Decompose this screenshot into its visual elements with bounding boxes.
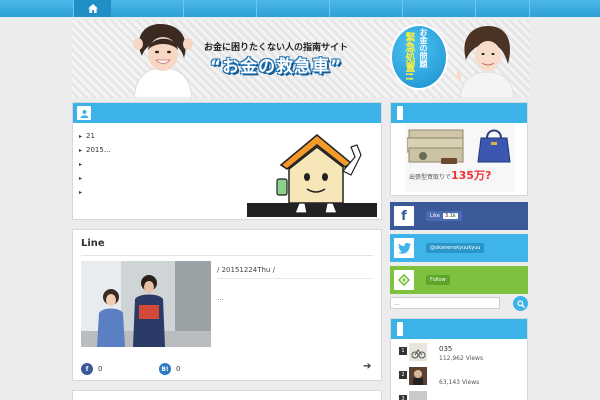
ranking-item[interactable]: 1 035 112,962 Views — [399, 343, 523, 363]
ad-widget: 出張型買取りで 135万? — [390, 102, 528, 196]
ad-banner[interactable]: 出張型買取りで 135万? — [405, 124, 515, 192]
search-icon — [516, 299, 525, 308]
nav-slot — [184, 0, 257, 17]
banner-badge-small-text: お金の問題 — [419, 28, 428, 68]
ranking-item[interactable]: 3 — [399, 391, 523, 400]
divider — [81, 255, 373, 256]
nav-spacer — [0, 0, 74, 17]
twitter-follow-button[interactable]: @okanenokyuukyuu — [390, 234, 528, 262]
archive-widget: 21 2015... — [72, 102, 382, 220]
post-excerpt: ... — [217, 294, 224, 302]
ranking-thumbnail — [409, 391, 427, 400]
archive-widget-header — [73, 103, 381, 123]
ranking-views: 63,143 Views — [439, 379, 480, 386]
archive-item[interactable]: 21 — [79, 129, 111, 143]
archive-item[interactable] — [79, 171, 111, 185]
ad-widget-header — [391, 103, 527, 123]
facebook-share-count: 0 — [98, 365, 103, 373]
nav-slot — [476, 0, 530, 17]
facebook-share-button[interactable]: f 0 — [81, 363, 102, 375]
handbag-image — [477, 129, 511, 163]
hatena-bookmark-button[interactable]: B! 0 — [159, 363, 180, 375]
archive-list: 21 2015... — [79, 129, 111, 199]
archive-item[interactable]: 2015... — [79, 143, 111, 157]
facebook-icon: f — [394, 206, 414, 226]
site-banner[interactable]: お金に困りたくない人の指南サイト “お金の救急車” お金の問題 緊急処置!! — [72, 20, 530, 98]
home-button[interactable] — [74, 0, 111, 17]
banner-title: “お金の救急車” — [210, 57, 343, 77]
nav-slot — [403, 0, 476, 17]
archive-item[interactable] — [79, 157, 111, 171]
facebook-follow-button[interactable]: f Like 3.1k — [390, 202, 528, 230]
next-post-card — [72, 390, 382, 400]
twitter-handle: @okanenokyuukyuu — [426, 243, 485, 253]
search-input[interactable] — [390, 297, 500, 309]
ranking-widget-header — [391, 319, 527, 339]
top-navigation-bar — [0, 0, 600, 17]
facebook-like-count: 3.1k — [442, 213, 458, 219]
facebook-like-label: Like — [430, 213, 440, 219]
ranking-thumbnail — [409, 343, 427, 361]
rank-number: 2 — [399, 371, 407, 379]
feedly-follow-button[interactable]: Follow — [390, 266, 528, 294]
archive-item[interactable] — [79, 185, 111, 199]
banknotes-image — [407, 129, 464, 164]
header-marker-icon — [397, 322, 403, 336]
house-character-illustration — [247, 134, 377, 217]
home-icon — [87, 4, 98, 13]
rank-number: 1 — [399, 347, 407, 355]
nav-slot — [111, 0, 184, 17]
header-marker-icon — [397, 106, 403, 120]
banner-girl-illustration — [133, 24, 193, 98]
ranking-views: 112,962 Views — [439, 355, 484, 362]
banner-girl-pointing-illustration — [456, 26, 515, 98]
ad-price: 135万? — [451, 169, 492, 182]
twitter-bird-icon — [394, 238, 414, 258]
user-icon — [77, 106, 91, 120]
ad-caption: 出張型買取りで — [409, 174, 452, 181]
feedly-icon — [394, 270, 414, 290]
divider — [217, 278, 373, 279]
post-date: / 20151224Thu / — [217, 266, 275, 274]
hatena-bookmark-count: 0 — [176, 365, 181, 373]
facebook-icon: f — [81, 363, 93, 375]
banner-badge-large-text: 緊急処置!! — [403, 32, 414, 82]
post-card: Line / 20151224Thu / ... f 0 B! 0 ➔ — [72, 229, 382, 381]
rank-number: 3 — [399, 395, 407, 400]
ranking-item[interactable]: 2 63,143 Views — [399, 367, 523, 387]
ranking-widget: 1 035 112,962 Views 2 63,143 Views 3 — [390, 318, 528, 400]
nav-slot — [257, 0, 330, 17]
read-more-arrow-icon[interactable]: ➔ — [363, 361, 371, 372]
post-thumbnail[interactable] — [81, 261, 211, 347]
hatena-bookmark-icon: B! — [159, 363, 171, 375]
ranking-title: 035 — [439, 345, 453, 353]
ranking-thumbnail — [409, 367, 427, 385]
nav-slot — [330, 0, 403, 17]
post-title-link[interactable]: Line — [81, 238, 105, 249]
facebook-like-pill: Like 3.1k — [426, 211, 462, 221]
feedly-follow-label: Follow — [426, 275, 450, 285]
search-button[interactable] — [513, 296, 528, 311]
